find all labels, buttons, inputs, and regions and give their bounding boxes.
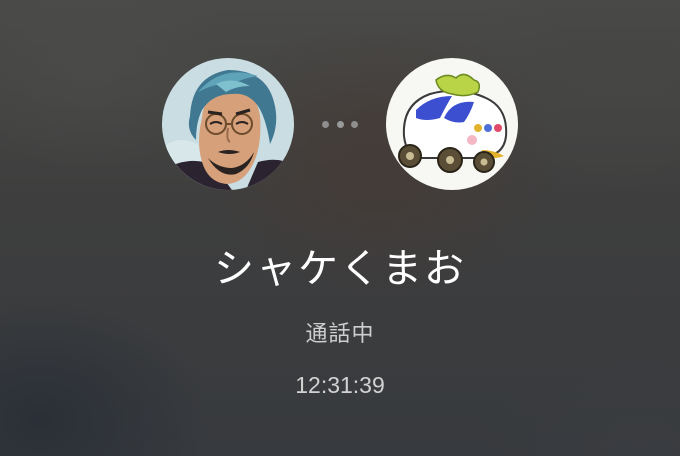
contact-name: シャケくまお bbox=[214, 246, 466, 292]
dot-icon bbox=[322, 120, 329, 128]
call-duration: 12:31:39 bbox=[295, 372, 385, 398]
my-avatar bbox=[162, 58, 294, 190]
contact-avatar bbox=[386, 58, 518, 190]
dot-icon bbox=[351, 120, 358, 128]
call-status: 通話中 bbox=[305, 322, 375, 347]
connecting-dots bbox=[322, 118, 358, 130]
guinea-pig-car-icon bbox=[386, 58, 518, 190]
dot-icon bbox=[336, 120, 344, 128]
man-portrait-icon bbox=[162, 58, 294, 190]
